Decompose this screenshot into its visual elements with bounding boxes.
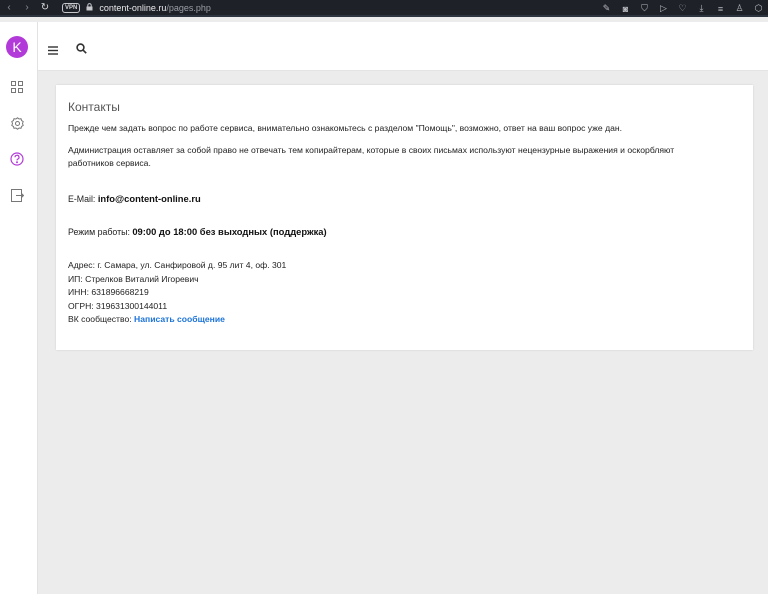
ogrn-text: ОГРН: 319631300144011 xyxy=(68,300,168,311)
vk-label: ВК сообщество: xyxy=(68,314,132,324)
company-details: Адрес: г. Самара, ул. Санфировой д. 95 л… xyxy=(68,259,741,327)
header xyxy=(38,22,768,71)
camera-icon[interactable]: ◙ xyxy=(616,4,635,14)
email-label: E-Mail: xyxy=(68,194,96,204)
edit-icon[interactable]: ✎ xyxy=(597,3,616,14)
send-icon[interactable]: ▷ xyxy=(654,3,673,14)
contacts-card: Контакты Прежде чем задать вопрос по раб… xyxy=(56,85,753,350)
address-text: Адрес: г. Самара, ул. Санфировой д. 95 л… xyxy=(68,260,287,270)
back-icon[interactable]: ‹ xyxy=(0,2,18,13)
reload-icon[interactable]: ↻ xyxy=(36,2,54,13)
ip-text: ИП: Стрелков Виталий Игоревич xyxy=(68,273,199,284)
logo[interactable]: K xyxy=(6,36,28,58)
settings-gear-icon[interactable] xyxy=(9,115,25,131)
menu-icon[interactable]: ≡ xyxy=(711,4,730,14)
vk-message-link[interactable]: Написать сообщение xyxy=(134,314,225,324)
notice-text: Администрация оставляет за собой право н… xyxy=(68,145,675,168)
logout-icon[interactable] xyxy=(9,187,25,203)
lock-icon[interactable] xyxy=(86,2,93,13)
url-domain: content-online.ru xyxy=(99,2,167,13)
forward-icon[interactable]: › xyxy=(18,2,36,13)
intro-text: Прежде чем задать вопрос по работе серви… xyxy=(68,123,623,133)
hamburger-menu-icon[interactable] xyxy=(48,42,58,60)
vk-row: ВК сообщество: Написать сообщение xyxy=(68,313,741,327)
browser-toolbar: ‹ › ↻ VPN content-online.ru/pages.php ✎ … xyxy=(0,0,768,17)
search-icon[interactable] xyxy=(76,41,87,59)
sidebar: K xyxy=(0,22,38,594)
browser-icons: ✎ ◙ ⛉ ▷ ♡ ⤓ ≡ ♙ ⬡ xyxy=(597,0,768,17)
url-path: /pages.php xyxy=(166,2,211,13)
hours-row: Режим работы: 09:00 до 18:00 без выходны… xyxy=(68,226,741,237)
extension-icon[interactable]: ⬡ xyxy=(749,3,768,14)
page-title: Контакты xyxy=(68,100,120,114)
shield-icon[interactable]: ⛉ xyxy=(635,3,654,14)
dashboard-grid-icon[interactable] xyxy=(9,79,25,95)
user-icon[interactable]: ♙ xyxy=(730,3,749,14)
inn-text: ИНН: 631896668219 xyxy=(68,287,149,297)
help-question-icon[interactable] xyxy=(9,151,25,167)
address-bar[interactable]: content-online.ru/pages.php xyxy=(99,3,211,13)
heart-icon[interactable]: ♡ xyxy=(673,3,692,14)
download-icon[interactable]: ⤓ xyxy=(692,3,711,14)
email-row: E-Mail: info@content-online.ru xyxy=(68,193,741,204)
hours-label: Режим работы: xyxy=(68,227,130,237)
hours-value: 09:00 до 18:00 без выходных (поддержка) xyxy=(132,226,327,237)
vpn-badge[interactable]: VPN xyxy=(62,2,81,13)
email-value[interactable]: info@content-online.ru xyxy=(98,193,201,204)
